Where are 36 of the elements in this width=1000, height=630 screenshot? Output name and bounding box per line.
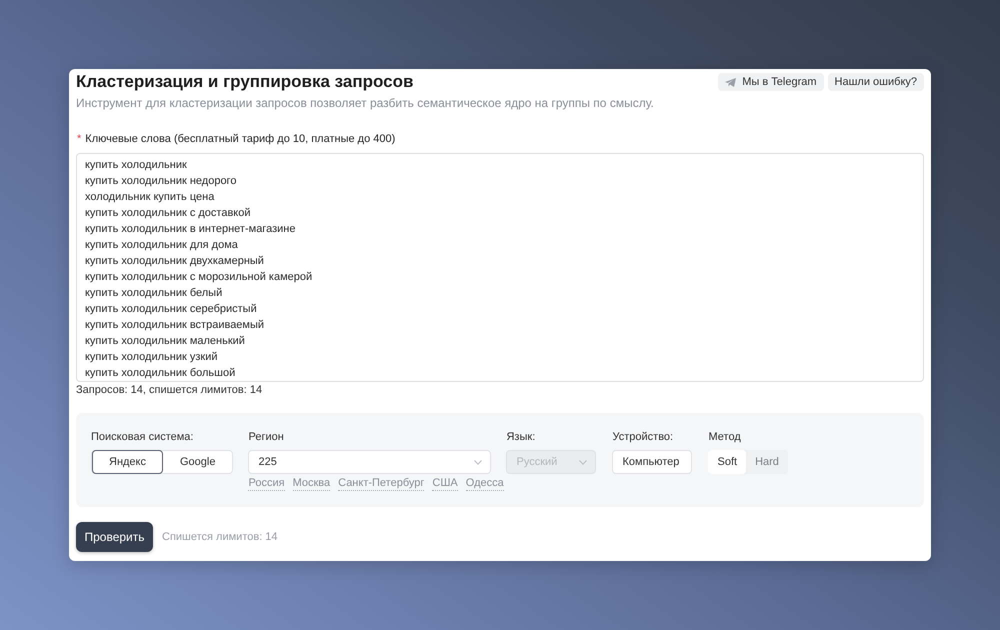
setting-label: Поисковая система:	[91, 430, 194, 444]
field-label: Ключевые слова (бесплатный тариф до 10, платные до 400)	[85, 132, 396, 146]
setting-label: Устройство:	[612, 430, 674, 444]
setting-label: Метод	[708, 430, 741, 444]
device-select[interactable]: Компьютер	[612, 450, 692, 474]
region-select[interactable]: 225	[248, 450, 492, 474]
setting-label: Язык:	[506, 430, 536, 444]
check-button[interactable]: Проверить	[76, 522, 153, 552]
report-error-button[interactable]: Нашли ошибку?	[828, 73, 924, 91]
page-description: Инструмент для кластеризации запросов позволяет разбить семантическое ядро на группы по смыслу.	[76, 96, 655, 110]
keyword-line: купить холодильник маленький	[85, 334, 246, 349]
keyword-line: купить холодильник для дома	[85, 238, 239, 253]
keyword-line: купить холодильник встраиваемый	[85, 318, 266, 333]
required-asterisk: *	[77, 132, 82, 146]
keyword-line: купить холодильник большой	[85, 366, 236, 381]
keyword-line: купить холодильник с доставкой	[85, 206, 252, 221]
method-option[interactable]: Soft	[708, 450, 746, 474]
keyword-line: купить холодильник	[85, 158, 188, 173]
query-count-text: Запросов: 14, спишется лимитов: 14	[76, 383, 264, 397]
paper-plane-icon	[725, 78, 736, 86]
keyword-line: купить холодильник с морозильной камерой	[85, 270, 314, 285]
telegram-link-button[interactable]: Мы в Telegram	[718, 73, 824, 91]
keyword-line: купить холодильник двухкамерный	[85, 254, 265, 269]
keyword-line: купить холодильник серебристый	[85, 302, 258, 317]
setting-label: Регион	[248, 430, 284, 444]
keyword-line: купить холодильник узкий	[85, 350, 218, 365]
limit-note: Спишется лимитов: 14	[162, 531, 278, 543]
method-option[interactable]: Hard	[746, 450, 788, 474]
page-title: Кластеризация и группировка запросов	[76, 72, 414, 92]
keyword-line: купить холодильник в интернет-магазине	[85, 222, 296, 237]
keyword-line: холодильник купить цена	[85, 190, 216, 205]
chevron-down-icon	[474, 460, 482, 464]
keywords-textarea[interactable]	[76, 153, 924, 382]
keyword-line: купить холодильник недорого	[85, 174, 238, 189]
chevron-down-icon	[579, 460, 588, 464]
keyword-line: купить холодильник белый	[85, 286, 224, 301]
